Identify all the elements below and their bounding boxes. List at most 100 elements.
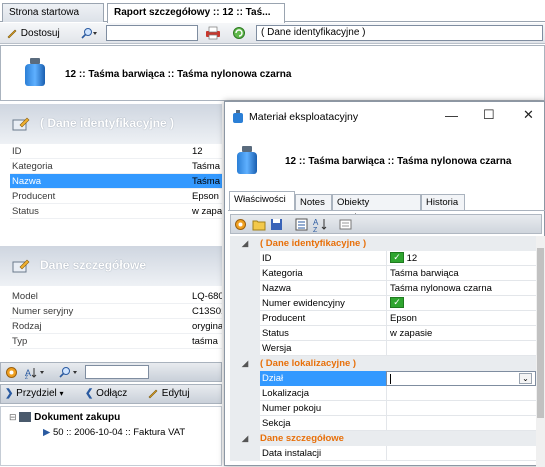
property-value-cell[interactable] [386, 341, 536, 356]
property-row[interactable]: Kategoria Taśma b [10, 159, 222, 174]
collapse-arrow-icon[interactable]: ◢ [242, 356, 248, 371]
property-label: Nazwa [12, 176, 42, 187]
edit-card-icon [12, 259, 30, 273]
property-group-header[interactable]: ◢ ( Dane lokalizacyjne ) [230, 356, 545, 371]
dialog-tab[interactable]: Notes [295, 194, 332, 210]
edit-button[interactable]: Edytuj [147, 387, 190, 401]
details-section-title: Dane szczegółowe [40, 258, 147, 272]
property-row[interactable]: Producent Epson [230, 311, 545, 326]
property-scrollbar[interactable] [536, 236, 545, 467]
property-value-cell[interactable]: Taśma barwiąca [386, 266, 536, 281]
scrollbar-thumb[interactable] [537, 248, 544, 418]
property-row[interactable]: Status w zapas [10, 204, 222, 219]
property-row[interactable]: Numer pokoju [230, 401, 545, 416]
sort-alpha-icon[interactable]: AZ [313, 217, 329, 232]
property-row[interactable]: Lokalizacja [230, 386, 545, 401]
property-group-title: ( Dane lokalizacyjne ) [260, 358, 357, 369]
property-value-cell[interactable]: ✓ 12 [386, 251, 536, 266]
relations-search-input[interactable] [85, 365, 149, 379]
property-row[interactable]: Data instalacji [230, 446, 545, 461]
dialog-titlebar[interactable]: Materiał eksploatacyjny — ☐ ✕ [225, 102, 544, 132]
property-row[interactable]: Wersja [230, 341, 545, 356]
chevron-down-icon[interactable]: ⌄ [519, 373, 532, 384]
ident-section-header: ( Dane identyfikacyjne ) [0, 104, 222, 144]
property-value-cell[interactable]: ✓ [386, 296, 536, 311]
close-icon[interactable]: ✕ [523, 107, 534, 123]
consumable-dialog: Materiał eksploatacyjny — ☐ ✕ 12 :: Taśm… [224, 101, 545, 467]
property-row[interactable]: Sekcja [230, 416, 545, 431]
property-value: w zapasie [390, 328, 433, 339]
property-value: Taśma n [192, 176, 222, 187]
property-label: Numer ewidencyjny [262, 298, 345, 309]
dialog-title: Materiał eksploatacyjny [249, 111, 359, 123]
maximize-icon[interactable]: ☐ [483, 107, 495, 123]
property-row[interactable]: Status w zapasie [230, 326, 545, 341]
property-label: Data instalacji [262, 448, 322, 459]
property-value-cell[interactable]: Epson [386, 311, 536, 326]
property-label: Lokalizacja [262, 388, 309, 399]
categorized-view-icon[interactable] [295, 218, 308, 231]
property-label: Model [12, 291, 38, 302]
property-value: Taśma b [192, 161, 222, 172]
gear-icon[interactable] [234, 218, 247, 231]
search-dropdown-button[interactable] [80, 25, 98, 42]
document-tab-strip: Strona startowa Raport szczegółowy :: 12… [0, 0, 545, 34]
record-title: 12 :: Taśma barwiąca :: Taśma nylonowa c… [65, 69, 292, 80]
view-selector[interactable]: ( Dane identyfikacyjne ) [256, 25, 543, 41]
dialog-tab[interactable]: Właściwości [229, 191, 295, 210]
property-value-cell[interactable]: w zapasie [386, 326, 536, 341]
property-value-cell[interactable] [386, 401, 536, 416]
refresh-button[interactable] [232, 25, 246, 42]
customize-button[interactable]: Dostosuj [6, 25, 60, 42]
save-icon[interactable] [270, 218, 283, 231]
property-value-cell[interactable]: Taśma nylonowa czarna [386, 281, 536, 296]
bottle-icon [233, 110, 243, 123]
property-row[interactable]: Nazwa Taśma nylonowa czarna [230, 281, 545, 296]
property-row[interactable]: Model LQ-680 [10, 289, 222, 304]
property-value-cell[interactable]: ⌄ [386, 371, 536, 386]
minimize-icon[interactable]: — [445, 108, 458, 123]
property-grid: ◢( Dane identyfikacyjne ) ID ✓ 12 Kategoria… [230, 236, 545, 467]
search-input[interactable] [106, 25, 198, 41]
collapse-arrow-icon[interactable]: ◢ [242, 236, 248, 251]
property-row[interactable]: Nazwa Taśma n [10, 174, 222, 189]
relations-tree: ⊟ Dokument zakupu ▶ 50 :: 2006-10-04 :: … [0, 406, 222, 466]
property-row[interactable]: ID ✓ 12 [230, 251, 545, 266]
tree-node-purchase-doc[interactable]: ⊟ Dokument zakupu [9, 412, 120, 423]
property-label: ID [262, 253, 272, 264]
tab-start-page[interactable]: Strona startowa [2, 3, 104, 22]
checkmark-icon: ✓ [390, 296, 404, 308]
property-row[interactable]: Kategoria Taśma barwiąca [230, 266, 545, 281]
property-row[interactable]: Producent Epson [10, 189, 222, 204]
dialog-tab[interactable]: Obiekty powiązane [332, 194, 421, 223]
property-value: LQ-680 [192, 291, 222, 302]
property-row[interactable]: ID 12 [10, 144, 222, 159]
tab-detailed-report[interactable]: Raport szczegółowy :: 12 :: Taś...x [107, 3, 285, 34]
property-label: Status [262, 328, 289, 339]
property-row[interactable]: Numer seryjny C13S01 [10, 304, 222, 319]
property-value-cell[interactable] [386, 446, 536, 461]
property-pages-icon[interactable] [339, 218, 352, 231]
property-row[interactable]: Dział ⌄ [230, 371, 545, 386]
dialog-tab[interactable]: Historia [421, 194, 465, 210]
property-row[interactable]: Numer ewidencyjny ✓ [230, 296, 545, 311]
folder-icon[interactable] [252, 218, 266, 231]
search-icon[interactable] [59, 366, 81, 379]
tree-node-invoice[interactable]: ▶ 50 :: 2006-10-04 :: Faktura VAT [43, 427, 185, 438]
detach-button[interactable]: ❮ Odłącz [85, 387, 127, 401]
svg-text:A: A [313, 218, 319, 227]
property-group-header[interactable]: ◢ Dane szczegółowe [230, 431, 545, 446]
assign-button[interactable]: ❯ Przydziel ▾ [5, 387, 64, 401]
property-value-cell[interactable] [386, 386, 536, 401]
property-row[interactable]: Typ taśma [10, 334, 222, 349]
checkmark-icon: ✓ [390, 251, 404, 263]
sort-icon[interactable]: AZ [25, 366, 47, 379]
relations-actions-bar: ❯ Przydziel ▾ ❮ Odłącz Edytuj [0, 384, 222, 404]
collapse-arrow-icon[interactable]: ◢ [242, 431, 248, 446]
print-button[interactable] [205, 25, 221, 42]
property-group-header[interactable]: ◢ ( Dane identyfikacyjne ) [230, 236, 545, 251]
gear-icon[interactable] [5, 366, 18, 379]
property-value-cell[interactable] [386, 416, 536, 431]
property-row[interactable]: Rodzaj orygina [10, 319, 222, 334]
collapse-icon[interactable]: ⊟ [9, 412, 17, 422]
